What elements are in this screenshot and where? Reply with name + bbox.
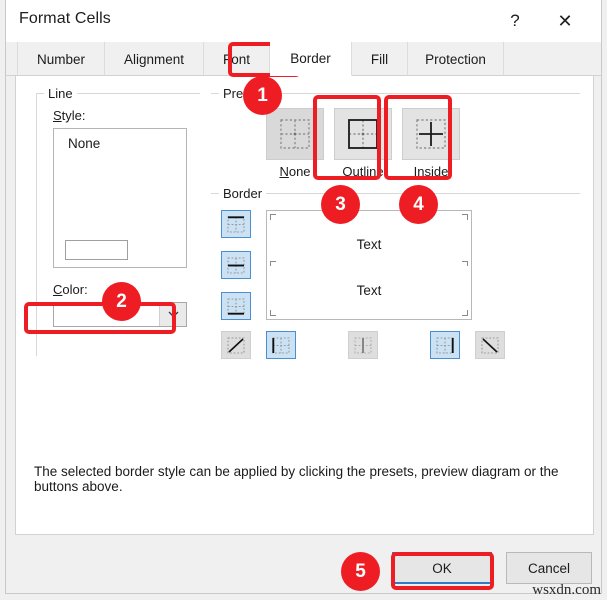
preview-corner-tr bbox=[461, 214, 468, 221]
preview-text-top: Text bbox=[267, 237, 471, 252]
chevron-down-icon[interactable] bbox=[159, 303, 186, 326]
close-button[interactable]: ✕ bbox=[545, 4, 585, 38]
tab-font[interactable]: Font bbox=[204, 42, 270, 76]
preview-text-bottom: Text bbox=[267, 283, 471, 298]
tab-alignment[interactable]: Alignment bbox=[105, 42, 204, 76]
border-group: Border bbox=[211, 186, 580, 346]
cancel-button[interactable]: Cancel bbox=[506, 552, 592, 584]
preview-corner-tl bbox=[270, 214, 277, 221]
color-label: Color: bbox=[53, 282, 88, 297]
preview-corner-br bbox=[461, 309, 468, 316]
border-top-icon bbox=[226, 215, 246, 234]
line-style-preview-swatch[interactable] bbox=[65, 240, 128, 260]
border-left-button[interactable] bbox=[266, 331, 296, 359]
border-vertical-inside-button[interactable] bbox=[348, 331, 378, 359]
preview-edge-left bbox=[270, 261, 277, 268]
border-bottom-button[interactable] bbox=[221, 292, 251, 320]
line-group-label: Line bbox=[44, 86, 77, 101]
border-group-label: Border bbox=[219, 186, 266, 201]
preset-none-icon bbox=[278, 118, 312, 150]
tab-number[interactable]: Number bbox=[17, 42, 105, 76]
preset-outline-icon bbox=[346, 118, 380, 150]
preview-edge-right bbox=[461, 261, 468, 268]
line-style-none-item[interactable]: None bbox=[68, 136, 100, 151]
preset-outline-button[interactable] bbox=[334, 108, 392, 160]
marker-4: 4 bbox=[399, 185, 438, 224]
border-diagonal-down-icon bbox=[480, 336, 500, 355]
border-left-icon bbox=[271, 336, 291, 355]
marker-3: 3 bbox=[321, 185, 360, 224]
preset-outline-label: Outline bbox=[334, 164, 392, 179]
border-diagonal-down-button[interactable] bbox=[475, 331, 505, 359]
tab-strip: Number Alignment Font Border Fill Protec… bbox=[6, 42, 601, 76]
tab-protection[interactable]: Protection bbox=[408, 42, 504, 76]
border-right-button[interactable] bbox=[430, 331, 460, 359]
preview-corner-bl bbox=[270, 309, 277, 316]
border-right-icon bbox=[435, 336, 455, 355]
preset-inside-icon bbox=[414, 118, 448, 150]
tab-border[interactable]: Border bbox=[270, 42, 352, 76]
border-preview-diagram[interactable]: Text Text bbox=[266, 210, 472, 320]
chevron-down-glyph bbox=[168, 311, 179, 318]
marker-1: 1 bbox=[243, 76, 282, 115]
border-horizontal-inside-icon bbox=[226, 256, 246, 275]
watermark: wsxdn.com bbox=[532, 582, 601, 599]
tab-fill[interactable]: Fill bbox=[352, 42, 408, 76]
border-help-text: The selected border style can be applied… bbox=[34, 464, 594, 494]
border-vertical-inside-icon bbox=[353, 336, 373, 355]
border-bottom-icon bbox=[226, 297, 246, 316]
border-top-button[interactable] bbox=[221, 210, 251, 238]
border-horizontal-inside-button[interactable] bbox=[221, 251, 251, 279]
help-button[interactable]: ? bbox=[495, 4, 535, 38]
line-style-listbox[interactable]: None bbox=[53, 128, 187, 268]
ok-button[interactable]: OK bbox=[392, 552, 492, 584]
screenshot-root: Format Cells ? ✕ Number Alignment Font B… bbox=[0, 0, 607, 600]
preset-none-label: None bbox=[266, 164, 324, 179]
preset-none-button[interactable] bbox=[266, 108, 324, 160]
format-cells-dialog: Format Cells ? ✕ Number Alignment Font B… bbox=[5, 0, 602, 594]
title-bar: Format Cells ? ✕ bbox=[6, 0, 601, 42]
preset-inside-button[interactable] bbox=[402, 108, 460, 160]
dialog-title: Format Cells bbox=[19, 10, 111, 28]
marker-2: 2 bbox=[102, 282, 141, 321]
border-diagonal-up-icon bbox=[226, 336, 246, 355]
border-diagonal-up-button[interactable] bbox=[221, 331, 251, 359]
preset-inside-label: Inside bbox=[402, 164, 460, 179]
style-label: Style: bbox=[53, 108, 86, 123]
marker-5: 5 bbox=[341, 552, 380, 591]
